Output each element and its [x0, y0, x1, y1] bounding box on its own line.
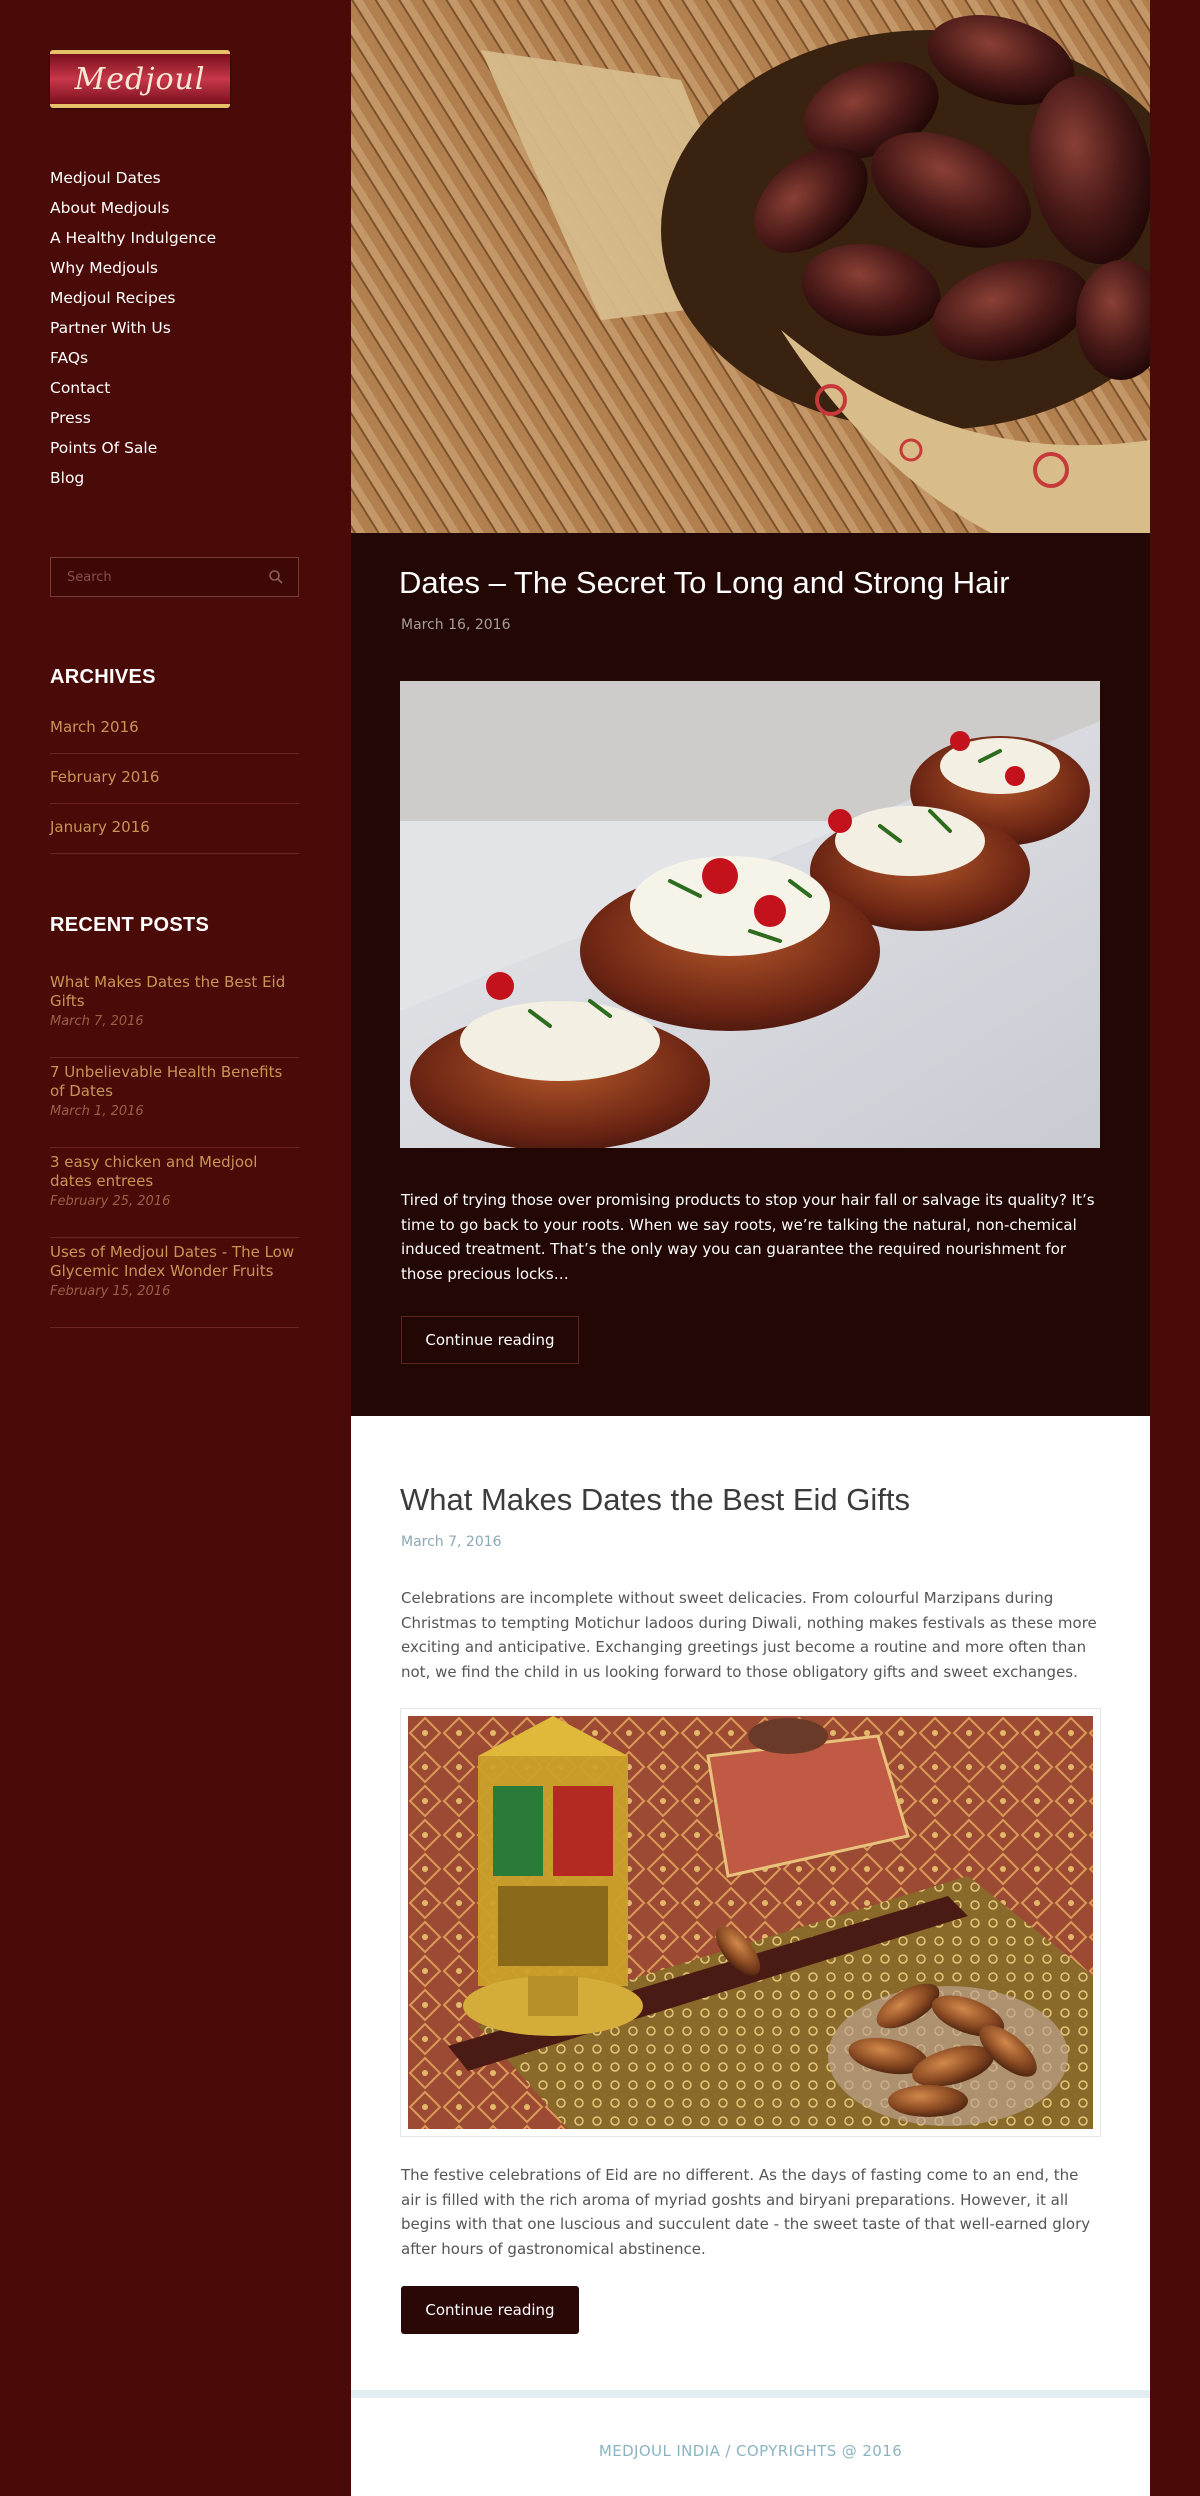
- recent-posts-list: What Makes Dates the Best Eid Gifts Marc…: [50, 968, 299, 1328]
- hero-image: [351, 0, 1150, 533]
- search-box: [50, 557, 299, 597]
- archive-link[interactable]: January 2016: [50, 804, 299, 854]
- archive-link[interactable]: February 2016: [50, 754, 299, 804]
- recent-post-item: What Makes Dates the Best Eid Gifts Marc…: [50, 968, 299, 1058]
- recent-posts-title: RECENT POSTS: [50, 914, 210, 936]
- recent-post-date: February 15, 2016: [50, 1284, 171, 1299]
- nav-item-why-medjouls[interactable]: Why Medjouls: [50, 255, 216, 285]
- search-input[interactable]: [51, 558, 251, 596]
- nav-item-medjoul-recipes[interactable]: Medjoul Recipes: [50, 285, 216, 315]
- recent-post-date: March 1, 2016: [50, 1104, 144, 1119]
- recent-post-item: 7 Unbelievable Health Benefits of Dates …: [50, 1058, 299, 1148]
- nav-item-medjoul-dates[interactable]: Medjoul Dates: [50, 165, 216, 195]
- post-image: [400, 681, 1100, 1148]
- lantern: [463, 1716, 643, 2036]
- post-title[interactable]: What Makes Dates the Best Eid Gifts: [400, 1482, 910, 1518]
- nav-item-healthy-indulgence[interactable]: A Healthy Indulgence: [50, 225, 216, 255]
- post-card-featured: Dates – The Secret To Long and Strong Ha…: [351, 533, 1150, 1416]
- post-title[interactable]: Dates – The Secret To Long and Strong Ha…: [399, 565, 1010, 601]
- footer-divider: [351, 2390, 1150, 2398]
- logo-text: Medjoul: [74, 61, 206, 97]
- continue-reading-button[interactable]: Continue reading: [401, 2286, 579, 2334]
- recent-post-link[interactable]: Uses of Medjoul Dates - The Low Glycemic…: [50, 1243, 299, 1281]
- nav-item-points-of-sale[interactable]: Points Of Sale: [50, 435, 216, 465]
- archive-link[interactable]: March 2016: [50, 704, 299, 754]
- post-date: March 7, 2016: [401, 1534, 502, 1550]
- nav-item-partner-with-us[interactable]: Partner With Us: [50, 315, 216, 345]
- post-date: March 16, 2016: [401, 617, 511, 633]
- continue-reading-button[interactable]: Continue reading: [401, 1316, 579, 1364]
- page-border-right: [1150, 0, 1200, 2496]
- recent-post-link[interactable]: What Makes Dates the Best Eid Gifts: [50, 973, 299, 1011]
- search-icon[interactable]: [268, 569, 284, 585]
- post-card: What Makes Dates the Best Eid Gifts Marc…: [351, 1416, 1150, 2392]
- recent-post-link[interactable]: 7 Unbelievable Health Benefits of Dates: [50, 1063, 299, 1101]
- nav-item-faqs[interactable]: FAQs: [50, 345, 216, 375]
- post-excerpt-continued: The festive celebrations of Eid are no d…: [401, 2166, 1091, 2258]
- nav-item-about-medjouls[interactable]: About Medjouls: [50, 195, 216, 225]
- nav-item-press[interactable]: Press: [50, 405, 216, 435]
- site-logo[interactable]: Medjoul: [50, 50, 230, 108]
- recent-post-date: February 25, 2016: [50, 1194, 171, 1209]
- archives-list: March 2016 February 2016 January 2016: [50, 704, 299, 854]
- recent-post-item: 3 easy chicken and Medjool dates entrees…: [50, 1148, 299, 1238]
- site-footer: MEDJOUL INDIA / COPYRIGHTS @ 2016: [351, 2398, 1150, 2496]
- main-nav: Medjoul Dates About Medjouls A Healthy I…: [50, 165, 216, 495]
- copyright-text: MEDJOUL INDIA / COPYRIGHTS @ 2016: [598, 2442, 903, 2460]
- archives-title: ARCHIVES: [50, 666, 156, 688]
- sidebar: Medjoul Medjoul Dates About Medjouls A H…: [0, 0, 351, 2496]
- nav-item-blog[interactable]: Blog: [50, 465, 216, 495]
- recent-post-link[interactable]: 3 easy chicken and Medjool dates entrees: [50, 1153, 299, 1191]
- post-excerpt: Celebrations are incomplete without swee…: [401, 1589, 1097, 1681]
- post-image: [400, 1708, 1101, 2137]
- main-content: Dates – The Secret To Long and Strong Ha…: [351, 0, 1150, 2496]
- recent-post-date: March 7, 2016: [50, 1014, 144, 1029]
- recent-post-item: Uses of Medjoul Dates - The Low Glycemic…: [50, 1238, 299, 1328]
- nav-item-contact[interactable]: Contact: [50, 375, 216, 405]
- post-excerpt: Tired of trying those over promising pro…: [401, 1191, 1095, 1283]
